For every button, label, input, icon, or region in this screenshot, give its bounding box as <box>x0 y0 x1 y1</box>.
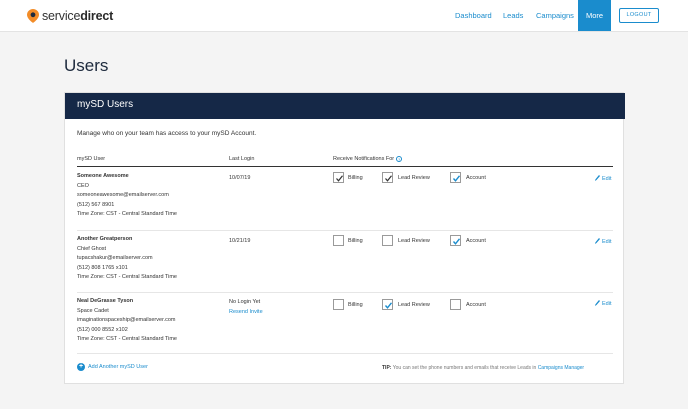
lead-review-label: Lead Review <box>398 302 430 308</box>
account-checkbox[interactable] <box>450 299 461 310</box>
pencil-icon <box>595 175 600 181</box>
header-user: mySD User <box>77 156 106 162</box>
card-title: mySD Users <box>77 99 134 110</box>
nav-campaigns[interactable]: Campaigns <box>536 0 574 31</box>
lead-review-checkbox[interactable] <box>382 235 393 246</box>
header-divider <box>77 166 613 167</box>
user-name: Someone Awesome <box>77 173 129 179</box>
logout-button[interactable]: LOGOUT <box>619 8 659 23</box>
user-name: Another Greatperson <box>77 236 133 242</box>
user-email: imaginationspaceship@emailserver.com <box>77 317 176 324</box>
billing-label: Billing <box>348 238 363 244</box>
lead-review-checkbox[interactable] <box>382 172 393 183</box>
intro-text: Manage who on your team has access to yo… <box>77 130 257 137</box>
top-navigation-bar: servicedirect Dashboard Leads Campaigns … <box>0 0 688 32</box>
nav-leads[interactable]: Leads <box>503 0 523 31</box>
user-info: Neal DeGrasse Tyson Space Cadet imaginat… <box>77 297 177 345</box>
user-timezone: Time Zone: CST - Central Standard Time <box>77 211 177 218</box>
user-info: Another Greatperson Chief Ghost tupacsha… <box>77 235 177 283</box>
last-login: 10/07/19 <box>229 175 251 181</box>
campaigns-manager-link[interactable]: Campaigns Manager <box>538 365 584 371</box>
billing-checkbox[interactable] <box>333 299 344 310</box>
user-phone: (512) 808 1765 x101 <box>77 264 128 271</box>
last-login: 10/21/19 <box>229 238 251 244</box>
user-timezone: Time Zone: CST - Central Standard Time <box>77 336 177 343</box>
row-divider <box>77 353 613 354</box>
billing-label: Billing <box>348 175 363 181</box>
user-name: Neal DeGrasse Tyson <box>77 298 134 304</box>
user-role: CEO <box>77 182 89 189</box>
user-email: someoneawesome@emailserver.com <box>77 192 169 199</box>
row-divider <box>77 292 613 293</box>
user-phone: (512) 567 8901 <box>77 201 115 208</box>
edit-user-button[interactable]: Edit <box>595 238 611 245</box>
header-notifications: Receive Notifications For? <box>333 156 403 162</box>
account-checkbox[interactable] <box>450 172 461 183</box>
resend-invite-link[interactable]: Resend Invite <box>229 309 263 315</box>
account-checkbox[interactable] <box>450 235 461 246</box>
logo-text: servicedirect <box>42 9 114 23</box>
lead-review-checkbox[interactable] <box>382 299 393 310</box>
help-icon[interactable]: ? <box>396 156 403 162</box>
edit-user-button[interactable]: Edit <box>595 300 611 307</box>
account-label: Account <box>466 175 486 181</box>
nav-dashboard[interactable]: Dashboard <box>455 0 492 31</box>
service-direct-logo[interactable]: servicedirect <box>27 9 113 23</box>
add-user-button[interactable]: + Add Another mySD User <box>77 363 148 371</box>
billing-label: Billing <box>348 302 363 308</box>
lead-review-label: Lead Review <box>398 175 430 181</box>
page-title: Users <box>64 56 109 75</box>
card-header: mySD Users <box>65 93 625 119</box>
user-info: Someone Awesome CEO someoneawesome@email… <box>77 172 177 220</box>
plus-circle-icon: + <box>77 363 85 371</box>
tip-text: TIP: You can set the phone numbers and e… <box>382 365 585 371</box>
last-login: No Login Yet <box>229 299 261 305</box>
user-email: tupacshakur@emailserver.com <box>77 255 153 262</box>
pencil-icon <box>595 238 600 244</box>
edit-user-button[interactable]: Edit <box>595 175 611 182</box>
billing-checkbox[interactable] <box>333 235 344 246</box>
lead-review-label: Lead Review <box>398 238 430 244</box>
nav-more[interactable]: More <box>578 0 611 31</box>
account-label: Account <box>466 238 486 244</box>
header-last-login: Last Login <box>229 156 255 162</box>
pencil-icon <box>595 300 600 306</box>
users-card: mySD Users Manage who on your team has a… <box>64 92 625 384</box>
map-pin-icon <box>27 9 39 23</box>
billing-checkbox[interactable] <box>333 172 344 183</box>
user-phone: (512) 000 8552 x102 <box>77 326 128 333</box>
row-divider <box>77 230 613 231</box>
user-role: Chief Ghost <box>77 245 107 252</box>
account-label: Account <box>466 302 486 308</box>
user-timezone: Time Zone: CST - Central Standard Time <box>77 274 177 281</box>
user-role: Space Cadet <box>77 307 109 314</box>
